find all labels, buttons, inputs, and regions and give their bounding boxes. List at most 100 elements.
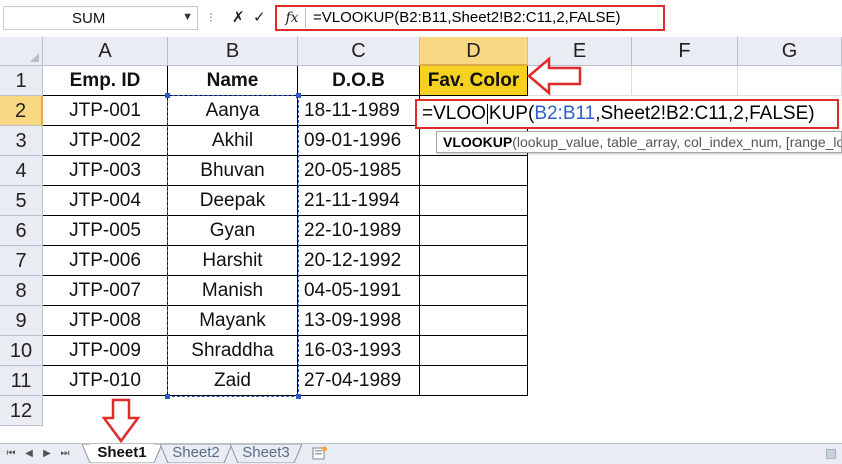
resize-handle-icon[interactable]: ⁝ bbox=[203, 8, 219, 28]
row-header-7[interactable]: 7 bbox=[0, 246, 43, 276]
divider bbox=[305, 8, 306, 28]
text-cursor bbox=[486, 103, 488, 124]
select-all-icon bbox=[30, 53, 39, 62]
annotation-arrow-down-icon bbox=[101, 398, 141, 444]
column-header-d[interactable]: D bbox=[420, 37, 528, 66]
name-cell[interactable]: Akhil bbox=[168, 126, 298, 156]
tooltip-function-name[interactable]: VLOOKUP bbox=[443, 134, 512, 150]
fav-color-cell[interactable] bbox=[420, 186, 528, 216]
header-cell-name[interactable]: Name bbox=[168, 66, 298, 96]
fav-color-cell[interactable] bbox=[420, 336, 528, 366]
edit-text-part2: KUP( bbox=[488, 103, 535, 124]
selection-handle[interactable] bbox=[296, 394, 301, 399]
edit-range-ref: B2:B11 bbox=[534, 103, 596, 124]
fav-color-cell[interactable] bbox=[420, 216, 528, 246]
column-header-a[interactable]: A bbox=[43, 37, 168, 66]
dob-cell[interactable]: 20-05-1985 bbox=[298, 156, 420, 186]
name-cell[interactable]: Deepak bbox=[168, 186, 298, 216]
fav-color-cell[interactable] bbox=[420, 366, 528, 396]
column-header-c[interactable]: C bbox=[298, 37, 420, 66]
dob-cell[interactable]: 16-03-1993 bbox=[298, 336, 420, 366]
insert-sheet-icon[interactable] bbox=[312, 446, 328, 460]
last-sheet-icon[interactable]: ⏭ bbox=[58, 447, 72, 461]
prev-sheet-icon[interactable]: ◀ bbox=[22, 447, 36, 461]
function-tooltip: VLOOKUP(lookup_value, table_array, col_i… bbox=[436, 131, 842, 153]
name-cell[interactable]: Gyan bbox=[168, 216, 298, 246]
dob-cell[interactable]: 20-12-1992 bbox=[298, 246, 420, 276]
emp-id-cell[interactable]: JTP-009 bbox=[43, 336, 168, 366]
annotation-arrow-left-icon bbox=[527, 56, 582, 96]
row-header-6[interactable]: 6 bbox=[0, 216, 43, 246]
emp-id-cell[interactable]: JTP-006 bbox=[43, 246, 168, 276]
enter-icon[interactable]: ✓ bbox=[253, 8, 266, 26]
row-header-10[interactable]: 10 bbox=[0, 336, 43, 366]
tab-sheet1[interactable]: Sheet1 bbox=[90, 444, 154, 462]
next-sheet-icon[interactable]: ▶ bbox=[40, 447, 54, 461]
row-header-1[interactable]: 1 bbox=[0, 66, 43, 96]
tab-sheet3[interactable]: Sheet3 bbox=[236, 444, 296, 462]
fav-color-cell[interactable] bbox=[420, 276, 528, 306]
name-cell[interactable]: Bhuvan bbox=[168, 156, 298, 186]
name-cell[interactable]: Zaid bbox=[168, 366, 298, 396]
column-header-g[interactable]: G bbox=[738, 37, 842, 66]
emp-id-cell[interactable]: JTP-002 bbox=[43, 126, 168, 156]
row-header-5[interactable]: 5 bbox=[0, 186, 43, 216]
empty-cell[interactable] bbox=[738, 66, 842, 96]
chevron-down-icon[interactable]: ▼ bbox=[182, 11, 193, 23]
emp-id-cell[interactable]: JTP-004 bbox=[43, 186, 168, 216]
name-cell[interactable]: Harshit bbox=[168, 246, 298, 276]
emp-id-cell[interactable]: JTP-010 bbox=[43, 366, 168, 396]
fav-color-cell[interactable] bbox=[420, 156, 528, 186]
header-cell-fav-color[interactable]: Fav. Color bbox=[420, 66, 528, 96]
dob-cell[interactable]: 22-10-1989 bbox=[298, 216, 420, 246]
row-header-9[interactable]: 9 bbox=[0, 306, 43, 336]
emp-id-cell[interactable]: JTP-005 bbox=[43, 216, 168, 246]
dob-cell[interactable]: 09-01-1996 bbox=[298, 126, 420, 156]
dob-cell[interactable]: 18-11-1989 bbox=[298, 96, 420, 126]
row-header-12[interactable]: 12 bbox=[0, 396, 43, 426]
row-header-8[interactable]: 8 bbox=[0, 276, 43, 306]
empty-cell[interactable] bbox=[632, 66, 738, 96]
insert-function-icon[interactable]: fx bbox=[281, 8, 303, 28]
column-header-b[interactable]: B bbox=[168, 37, 298, 66]
name-cell[interactable]: Mayank bbox=[168, 306, 298, 336]
fav-color-cell[interactable] bbox=[420, 306, 528, 336]
row-header-2[interactable]: 2 bbox=[0, 96, 43, 126]
fav-color-cell[interactable] bbox=[420, 246, 528, 276]
dob-cell[interactable]: 13-09-1998 bbox=[298, 306, 420, 336]
row-header-11[interactable]: 11 bbox=[0, 366, 43, 396]
row-header-3[interactable]: 3 bbox=[0, 126, 43, 156]
emp-id-cell[interactable]: JTP-007 bbox=[43, 276, 168, 306]
header-cell-dob[interactable]: D.O.B bbox=[298, 66, 420, 96]
selection-handle[interactable] bbox=[296, 93, 301, 98]
row-header-4[interactable]: 4 bbox=[0, 156, 43, 186]
active-cell-editor[interactable]: =VLOO KUP(B2:B11,Sheet2!B2:C11,2,FALSE) bbox=[415, 99, 839, 129]
tooltip-args: (lookup_value, table_array, col_index_nu… bbox=[512, 134, 841, 150]
emp-id-cell[interactable]: JTP-001 bbox=[43, 96, 168, 126]
dob-cell[interactable]: 27-04-1989 bbox=[298, 366, 420, 396]
horizontal-scroll-handle[interactable] bbox=[826, 449, 836, 459]
select-all-corner[interactable] bbox=[0, 37, 43, 66]
name-box-value: SUM bbox=[72, 10, 106, 27]
name-cell[interactable]: Aanya bbox=[168, 96, 298, 126]
name-box[interactable]: SUM ▼ bbox=[3, 6, 198, 30]
tab-sheet2[interactable]: Sheet2 bbox=[166, 444, 226, 462]
emp-id-cell[interactable]: JTP-003 bbox=[43, 156, 168, 186]
edit-text-part1: =VLOO bbox=[422, 103, 486, 124]
edit-text-rest: ,Sheet2!B2:C11,2,FALSE) bbox=[595, 103, 815, 124]
column-header-f[interactable]: F bbox=[632, 37, 738, 66]
name-cell[interactable]: Manish bbox=[168, 276, 298, 306]
sheet-tab-bar: ⏮ ◀ ▶ ⏭ Sheet1 Sheet2 Sheet3 bbox=[0, 443, 842, 464]
emp-id-cell[interactable]: JTP-008 bbox=[43, 306, 168, 336]
name-cell[interactable]: Shraddha bbox=[168, 336, 298, 366]
dob-cell[interactable]: 04-05-1991 bbox=[298, 276, 420, 306]
cancel-icon[interactable]: ✗ bbox=[232, 8, 245, 26]
dob-cell[interactable]: 21-11-1994 bbox=[298, 186, 420, 216]
header-cell-emp-id[interactable]: Emp. ID bbox=[43, 66, 168, 96]
first-sheet-icon[interactable]: ⏮ bbox=[4, 447, 18, 461]
selection-handle[interactable] bbox=[165, 394, 170, 399]
formula-input[interactable]: fx =VLOOKUP(B2:B11,Sheet2!B2:C11,2,FALSE… bbox=[275, 5, 665, 31]
selection-handle[interactable] bbox=[165, 93, 170, 98]
formula-bar: SUM ▼ ⁝ ✗ ✓ fx =VLOOKUP(B2:B11,Sheet2!B2… bbox=[0, 0, 842, 38]
formula-text[interactable]: =VLOOKUP(B2:B11,Sheet2!B2:C11,2,FALSE) bbox=[313, 9, 621, 26]
